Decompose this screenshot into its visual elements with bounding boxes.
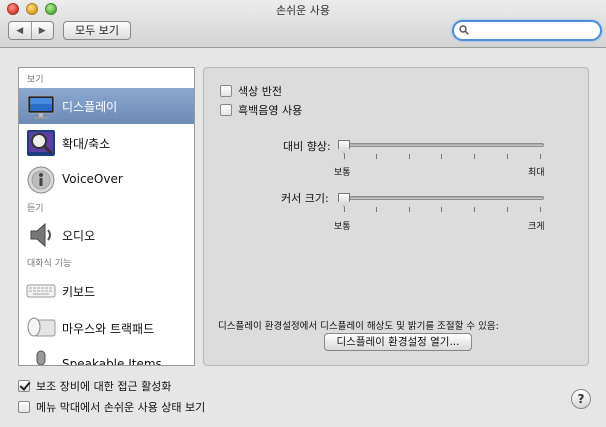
sidebar-item-audio[interactable]: 오디오 [19, 217, 194, 253]
assistive-devices-row[interactable]: 보조 장비에 대한 접근 활성화 [18, 378, 171, 394]
back-forward-control: ◀ ▶ [8, 21, 54, 40]
search-icon [459, 25, 469, 35]
cursor-size-slider-knob[interactable] [338, 193, 350, 207]
contrast-slider-knob[interactable] [338, 140, 350, 154]
title-toolbar: 손쉬운 사용 ◀ ▶ 모두 보기 [0, 0, 606, 48]
assistive-devices-checkbox[interactable] [18, 380, 30, 392]
speaker-icon [30, 222, 51, 248]
forward-button[interactable]: ▶ [32, 22, 54, 39]
menubar-status-label: 메뉴 막대에서 손쉬운 사용 상태 보기 [36, 401, 206, 414]
sidebar-item-label: 오디오 [62, 229, 96, 243]
sidebar-item-keyboard[interactable]: 키보드 [19, 273, 194, 309]
invert-colors-label: 색상 반전 [238, 85, 282, 98]
sidebar-item-label: Speakable Items [62, 357, 162, 366]
contrast-max-label: 최대 [528, 168, 545, 178]
contrast-slider-track[interactable] [338, 143, 544, 147]
category-list[interactable]: 보기 디스플레이 확대/축소 VoiceOver 듣기 오디오 대화식 기능 키… [18, 67, 195, 366]
microphone-icon [36, 350, 46, 365]
sidebar-item-label: 키보드 [62, 285, 96, 299]
sidebar-item-zoom[interactable]: 확대/축소 [19, 125, 194, 161]
sidebar-item-display[interactable]: 디스플레이 [19, 88, 194, 124]
search-input[interactable] [472, 23, 594, 38]
cursor-max-label: 크게 [528, 222, 545, 232]
sidebar-item-mouse-trackpad[interactable]: 마우스와 트랙패드 [19, 310, 194, 346]
contrast-min-label: 보통 [334, 168, 351, 178]
open-display-prefs-button[interactable]: 디스플레이 환경설정 열기... [324, 333, 472, 351]
cursor-size-label: 커서 크기: [281, 192, 329, 205]
sidebar-item-label: VoiceOver [62, 172, 123, 186]
sidebar-item-speakable-items[interactable]: Speakable Items [19, 347, 194, 366]
section-header-hearing: 듣기 [27, 204, 44, 214]
invert-colors-row[interactable]: 색상 반전 [220, 83, 282, 99]
window-title: 손쉬운 사용 [275, 4, 331, 17]
mouse-trackpad-icon [27, 317, 56, 337]
display-prefs-info: 디스플레이 환경설정에서 디스플레이 해상도 및 밝기를 조절할 수 있음: [218, 321, 499, 332]
sidebar-item-voiceover[interactable]: VoiceOver [19, 162, 194, 198]
display-icon [27, 95, 55, 119]
zoom-icon [27, 130, 55, 156]
grayscale-label: 흑백음영 사용 [238, 104, 303, 117]
section-header-view: 보기 [27, 75, 44, 85]
back-button[interactable]: ◀ [9, 22, 32, 39]
cursor-size-slider-track[interactable] [338, 196, 544, 200]
grayscale-row[interactable]: 흑백음영 사용 [220, 102, 302, 118]
help-button[interactable]: ? [571, 389, 591, 409]
show-all-button[interactable]: 모두 보기 [63, 21, 131, 40]
sidebar-item-label: 마우스와 트랙패드 [62, 322, 155, 336]
invert-colors-checkbox[interactable] [220, 85, 232, 97]
sidebar-item-label: 확대/축소 [62, 137, 111, 151]
cursor-min-label: 보통 [334, 222, 351, 232]
search-field[interactable] [452, 20, 602, 41]
sidebar-item-label: 디스플레이 [62, 100, 118, 114]
menubar-status-checkbox[interactable] [18, 401, 30, 413]
voiceover-icon [27, 166, 55, 194]
grayscale-checkbox[interactable] [220, 104, 232, 116]
keyboard-icon [26, 284, 56, 298]
display-settings-pane: 색상 반전 흑백음영 사용 대비 향상: 보통 최대 커서 크기: 보통 크게 … [203, 67, 589, 366]
menubar-status-row[interactable]: 메뉴 막대에서 손쉬운 사용 상태 보기 [18, 399, 205, 415]
assistive-devices-label: 보조 장비에 대한 접근 활성화 [36, 380, 172, 393]
contrast-label: 대비 향상: [283, 140, 331, 153]
section-header-interaction: 대화식 기능 [27, 259, 72, 269]
accessibility-window: 손쉬운 사용 ◀ ▶ 모두 보기 보기 디스플레이 확대/축소 VoiceOve… [0, 0, 606, 427]
